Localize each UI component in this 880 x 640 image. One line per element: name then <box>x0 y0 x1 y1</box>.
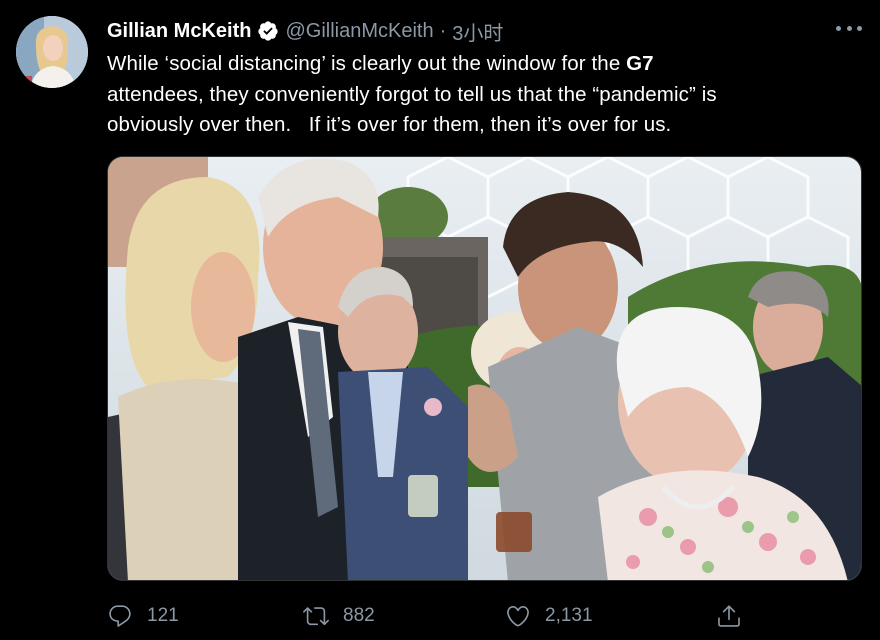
timestamp[interactable]: 3小时 <box>452 17 503 46</box>
tweet-text-line-3: obviously over then. If it’s over for th… <box>107 113 672 136</box>
tweet-text-segment: While ‘social distancing’ is clearly out… <box>107 52 627 75</box>
reply-count: 121 <box>147 605 179 626</box>
photo-illustration <box>108 157 861 580</box>
share-icon <box>718 605 740 627</box>
handle[interactable]: @GillianMcKeith <box>285 20 433 43</box>
separator-dot: · <box>439 19 447 42</box>
verified-badge-icon <box>258 21 279 41</box>
tweet-actions: 121 882 2,131 <box>107 600 747 632</box>
tweet-text-bold: G7 <box>626 52 654 75</box>
retweet-button[interactable]: 882 <box>303 600 375 632</box>
avatar-photo <box>16 16 88 88</box>
reply-icon <box>109 605 131 627</box>
tweet-header: Gillian McKeith @GillianMcKeith · 3小时 <box>107 17 503 46</box>
like-count: 2,131 <box>545 605 593 626</box>
tweet-text-line-1: While ‘social distancing’ is clearly out… <box>107 49 847 80</box>
avatar[interactable] <box>16 16 88 88</box>
tweet-text-line-2: attendees, they conveniently forgot to t… <box>107 82 717 106</box>
tweet-media-photo[interactable] <box>107 156 862 581</box>
retweet-count: 882 <box>343 605 375 626</box>
reply-button[interactable]: 121 <box>107 600 179 632</box>
display-name[interactable]: Gillian McKeith <box>107 20 251 43</box>
tweet-text: While ‘social distancing’ is clearly out… <box>107 49 847 141</box>
more-icon[interactable] <box>836 18 862 38</box>
like-button[interactable]: 2,131 <box>505 600 593 632</box>
retweet-icon <box>303 607 329 626</box>
heart-icon <box>507 605 529 627</box>
share-button[interactable] <box>716 600 742 632</box>
